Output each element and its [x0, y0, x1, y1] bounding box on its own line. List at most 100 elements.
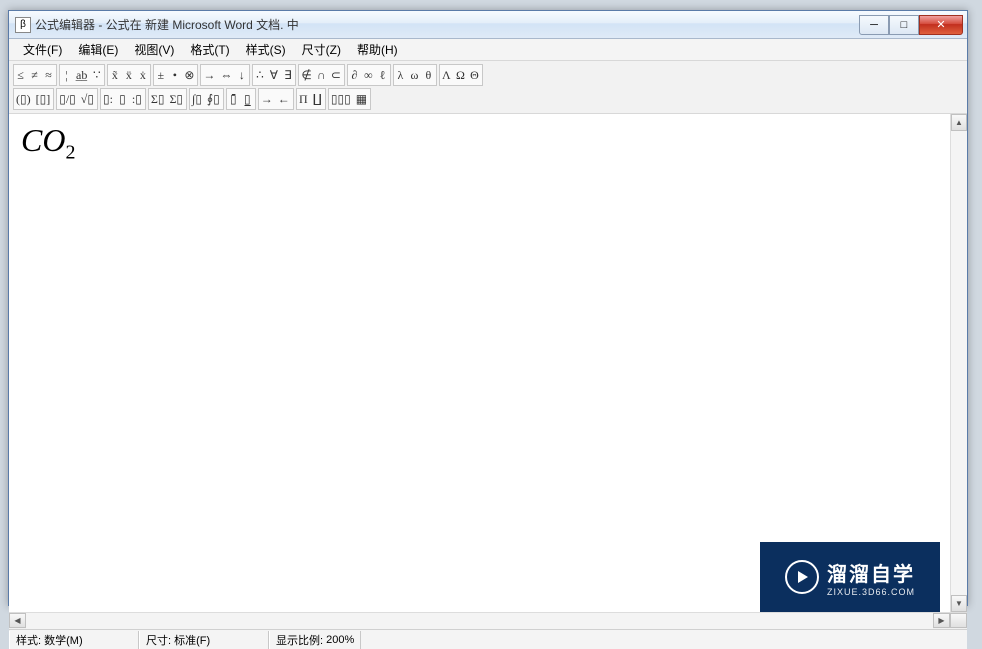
matrix-grid-icon[interactable]: ▦: [354, 89, 370, 109]
symbol-toolbar: ≤ ≠ ≈ ¦ a̲b̲ ∵ x̃ ẍ ẋ ± • ⊗ → ⇔: [9, 61, 967, 114]
menu-help[interactable]: 帮助(H): [349, 39, 406, 60]
window-title: 公式编辑器 - 公式在 新建 Microsoft Word 文档. 中: [35, 16, 859, 33]
sum2-icon[interactable]: Σ▯: [167, 89, 186, 109]
bracket-template-icon[interactable]: [▯]: [34, 89, 54, 109]
bar-icon[interactable]: ¦: [60, 65, 74, 85]
scroll-track[interactable]: [951, 131, 967, 595]
ab-icon[interactable]: a̲b̲: [74, 65, 90, 85]
product-icon[interactable]: Π: [297, 89, 311, 109]
labeled-rarr-icon[interactable]: →: [259, 89, 276, 109]
scroll-up-button[interactable]: ▲: [951, 114, 967, 131]
darr-icon[interactable]: ↓: [235, 65, 249, 85]
scroll-right-button[interactable]: ▶: [933, 613, 950, 628]
underbar-icon[interactable]: ▯̲: [241, 89, 255, 109]
rarr-icon[interactable]: →: [201, 65, 218, 85]
menu-style[interactable]: 样式(S): [238, 39, 294, 60]
close-button[interactable]: ✕: [919, 15, 963, 35]
operators-palette[interactable]: ± • ⊗: [153, 64, 198, 86]
scroll-down-button[interactable]: ▼: [951, 595, 967, 612]
maximize-button[interactable]: □: [889, 15, 919, 35]
hscroll-track[interactable]: [26, 613, 933, 629]
theta-icon[interactable]: θ: [422, 65, 436, 85]
horizontal-scrollbar[interactable]: ◀ ▶: [9, 612, 967, 629]
scroll-corner: [950, 613, 967, 628]
status-zoom-value: 200%: [326, 634, 354, 646]
formula-canvas[interactable]: CO2: [9, 114, 950, 612]
vertical-scrollbar[interactable]: ▲ ▼: [950, 114, 967, 612]
fences-palette[interactable]: (▯) [▯]: [13, 88, 54, 110]
paren-template-icon[interactable]: (▯): [14, 89, 34, 109]
matrix-row-icon[interactable]: ▯▯▯: [329, 89, 354, 109]
menu-size[interactable]: 尺寸(Z): [294, 39, 349, 60]
menu-format[interactable]: 格式(T): [182, 39, 237, 60]
relational-palette[interactable]: ≤ ≠ ≈: [13, 64, 57, 86]
exists-icon[interactable]: ∃: [281, 65, 295, 85]
sum-icon[interactable]: Σ▯: [149, 89, 168, 109]
integral-icon[interactable]: ∫▯: [190, 89, 205, 109]
integral-palette[interactable]: ∫▯ ∮▯: [189, 88, 224, 110]
box-icon[interactable]: ▯: [116, 89, 130, 109]
matrix-palette[interactable]: ▯▯▯ ▦: [328, 88, 371, 110]
subsup-palette[interactable]: ▯: ▯ :▯: [100, 88, 146, 110]
fraction-palette[interactable]: ▯/▯ √▯: [56, 88, 98, 110]
bullet-icon[interactable]: •: [168, 65, 182, 85]
menu-file[interactable]: 文件(F): [15, 39, 70, 60]
oint-icon[interactable]: ∮▯: [205, 89, 223, 109]
status-size: 尺寸: 标准(F): [139, 631, 269, 649]
dot-icon[interactable]: ẋ: [136, 65, 150, 85]
scroll-left-button[interactable]: ◀: [9, 613, 26, 628]
formula-display[interactable]: CO2: [21, 122, 75, 164]
ell-icon[interactable]: ℓ: [376, 65, 390, 85]
otimes-icon[interactable]: ⊗: [182, 65, 197, 85]
product-palette[interactable]: Π ∐: [296, 88, 326, 110]
super-icon[interactable]: ▯:: [101, 89, 116, 109]
titlebar[interactable]: β 公式编辑器 - 公式在 新建 Microsoft Word 文档. 中 ─ …: [9, 11, 967, 39]
toolbar-row-1: ≤ ≠ ≈ ¦ a̲b̲ ∵ x̃ ẍ ẋ ± • ⊗ → ⇔: [13, 63, 963, 87]
approx-icon[interactable]: ≈: [42, 65, 56, 85]
set-palette[interactable]: ∉ ∩ ⊂: [298, 64, 345, 86]
status-zoom: 显示比例: 200%: [269, 631, 361, 649]
omega-icon[interactable]: ω: [408, 65, 422, 85]
greek-upper-palette[interactable]: Λ Ω Θ: [439, 64, 483, 86]
sum-palette[interactable]: Σ▯ Σ▯: [148, 88, 187, 110]
leq-icon[interactable]: ≤: [14, 65, 28, 85]
notin-icon[interactable]: ∉: [299, 65, 314, 85]
logical-palette[interactable]: ∴ ∀ ∃: [252, 64, 296, 86]
pm-icon[interactable]: ±: [154, 65, 168, 85]
Omega-icon[interactable]: Ω: [454, 65, 468, 85]
overbar-icon[interactable]: ▯̄: [227, 89, 241, 109]
minimize-button[interactable]: ─: [859, 15, 889, 35]
app-icon: β: [15, 17, 31, 33]
sub-icon[interactable]: :▯: [130, 89, 145, 109]
greek-lower-palette[interactable]: λ ω θ: [393, 64, 437, 86]
iff-icon[interactable]: ⇔: [218, 65, 235, 85]
ddot-icon[interactable]: ẍ: [122, 65, 136, 85]
Theta-icon[interactable]: Θ: [468, 65, 482, 85]
infinity-icon[interactable]: ∞: [362, 65, 376, 85]
menu-view[interactable]: 视图(V): [126, 39, 182, 60]
fraction-icon[interactable]: ▯/▯: [57, 89, 79, 109]
neq-icon[interactable]: ≠: [28, 65, 42, 85]
menu-edit[interactable]: 编辑(E): [70, 39, 126, 60]
therefore-icon[interactable]: ∴: [253, 65, 267, 85]
labeled-larr-icon[interactable]: ←: [276, 89, 293, 109]
spaces-palette[interactable]: ¦ a̲b̲ ∵: [59, 64, 105, 86]
coproduct-icon[interactable]: ∐: [311, 89, 325, 109]
bar-palette[interactable]: ▯̄ ▯̲: [226, 88, 256, 110]
window-controls: ─ □ ✕: [859, 15, 963, 35]
tilde-icon[interactable]: x̃: [108, 65, 122, 85]
misc-palette[interactable]: ∂ ∞ ℓ: [347, 64, 391, 86]
subset-icon[interactable]: ⊂: [329, 65, 344, 85]
radical-icon[interactable]: √▯: [79, 89, 97, 109]
partial-icon[interactable]: ∂: [348, 65, 362, 85]
status-style: 样式: 数学(M): [9, 631, 139, 649]
embellishments-palette[interactable]: x̃ ẍ ẋ: [107, 64, 151, 86]
cap-icon[interactable]: ∩: [315, 65, 329, 85]
forall-icon[interactable]: ∀: [267, 65, 281, 85]
because-icon[interactable]: ∵: [90, 65, 104, 85]
lambda-icon[interactable]: λ: [394, 65, 408, 85]
arrows-palette[interactable]: → ⇔ ↓: [200, 64, 250, 86]
Lambda-icon[interactable]: Λ: [440, 65, 454, 85]
labeled-arrow-palette[interactable]: → ←: [258, 88, 294, 110]
statusbar: 样式: 数学(M) 尺寸: 标准(F) 显示比例: 200%: [9, 629, 967, 649]
